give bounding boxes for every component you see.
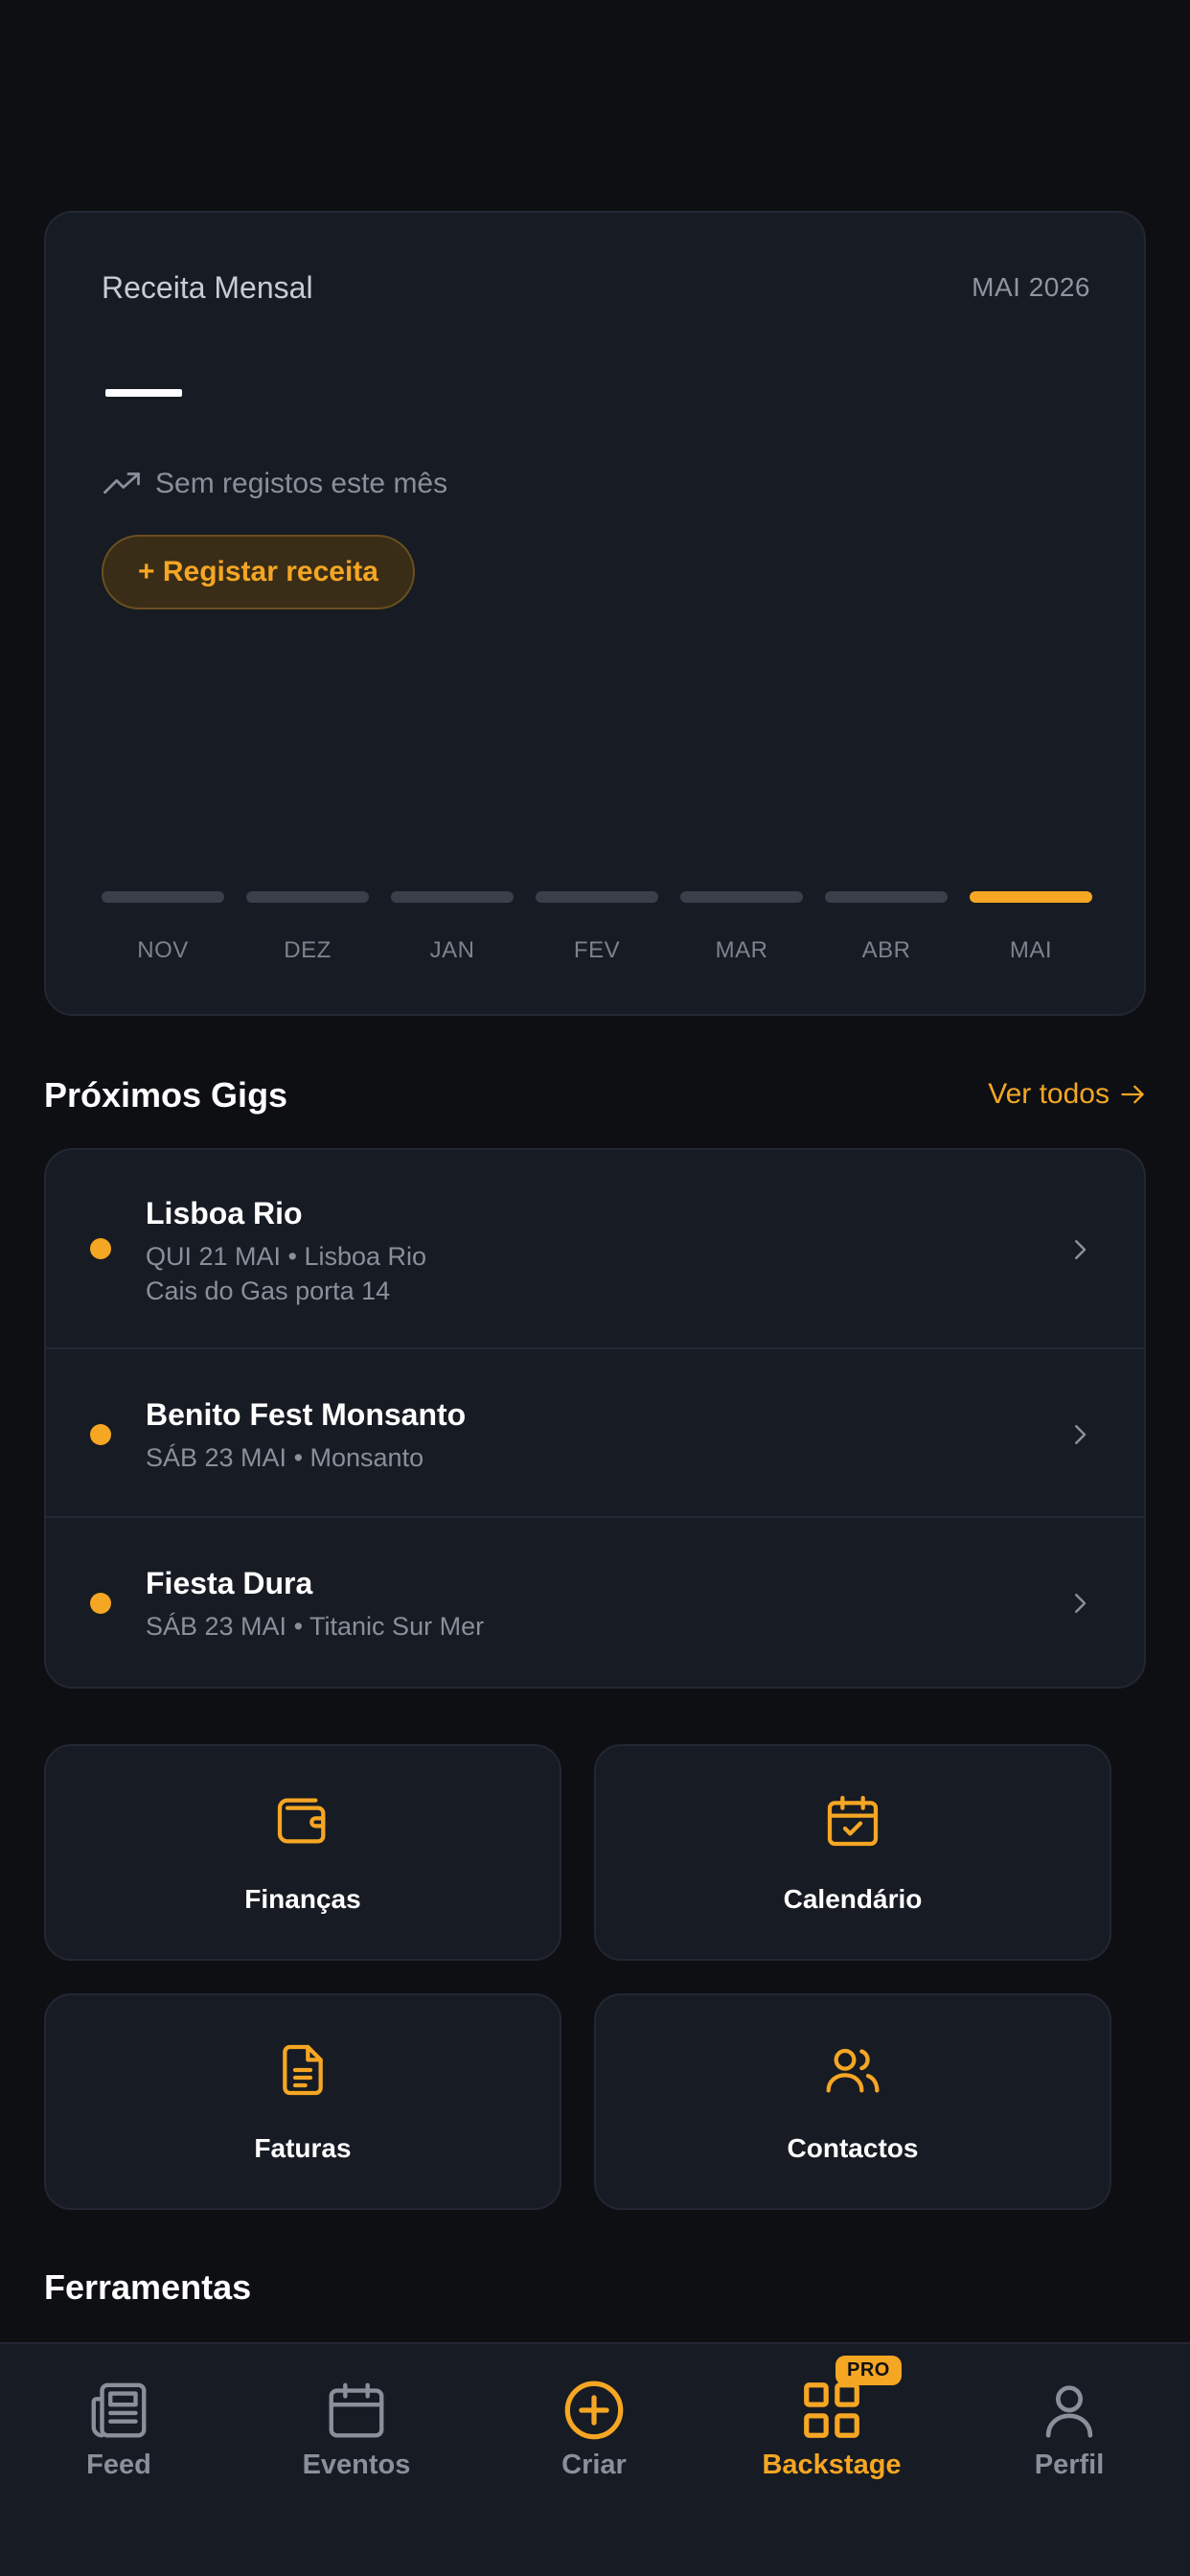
users-icon	[826, 2048, 880, 2093]
chevron-right-icon	[1075, 1425, 1087, 1444]
gig-name: Fiesta Dura	[146, 1566, 313, 1600]
month-bar-fev[interactable]: FEV	[536, 891, 658, 964]
tile-financas[interactable]: Finanças	[44, 1744, 561, 1961]
revenue-empty-dash	[105, 389, 182, 397]
tile-label: Contactos	[787, 2133, 919, 2163]
month-bar-dez[interactable]: DEZ	[246, 891, 369, 964]
gig-date-venue: SÁB 23 MAI • Titanic Sur Mer	[146, 1612, 485, 1641]
gigs-list: Lisboa Rio QUI 21 MAI • Lisboa Rio Cais …	[44, 1148, 1146, 1689]
grid-icon	[804, 2382, 859, 2438]
newspaper-icon	[91, 2382, 147, 2438]
tab-label: Feed	[86, 2450, 151, 2480]
month-bar-abr[interactable]: ABR	[825, 891, 948, 964]
gig-status-dot	[90, 1424, 111, 1445]
gig-row[interactable]: Benito Fest Monsanto SÁB 23 MAI • Monsan…	[46, 1349, 1144, 1518]
gig-name: Lisboa Rio	[146, 1196, 303, 1230]
revenue-month-bars: NOV DEZ JAN FEV MAR ABR MAI	[102, 891, 1092, 964]
month-label: DEZ	[284, 937, 332, 963]
wallet-icon	[277, 1798, 326, 1844]
see-all-label: Ver todos	[988, 1078, 1110, 1110]
month-bar-jan[interactable]: JAN	[391, 891, 514, 964]
tools-title: Ferramentas	[44, 2267, 252, 2307]
tile-contactos[interactable]: Contactos	[594, 1993, 1111, 2210]
tab-feed[interactable]: Feed	[0, 2344, 238, 2497]
gig-row[interactable]: Lisboa Rio QUI 21 MAI • Lisboa Rio Cais …	[46, 1150, 1144, 1349]
month-bar-mai[interactable]: MAI	[970, 891, 1092, 964]
tile-calendario[interactable]: Calendário	[594, 1744, 1111, 1961]
arrow-right-icon	[1121, 1085, 1144, 1104]
revenue-card: Receita Mensal MAI 2026 Sem registos est…	[44, 211, 1146, 1016]
tab-label: Backstage	[762, 2450, 902, 2480]
revenue-status-text: Sem registos este mês	[155, 468, 448, 499]
calendar-check-icon	[827, 1795, 879, 1847]
person-icon	[1045, 2385, 1093, 2438]
gig-address: Cais do Gas porta 14	[146, 1276, 391, 1305]
tab-label: Perfil	[1034, 2450, 1105, 2480]
month-label: ABR	[861, 937, 911, 963]
month-label: NOV	[137, 937, 189, 963]
month-bar-nov[interactable]: NOV	[102, 891, 224, 964]
tab-backstage[interactable]: PRO Backstage	[713, 2344, 950, 2497]
register-revenue-button[interactable]: + Registar receita	[102, 535, 415, 610]
tab-label: Criar	[561, 2450, 627, 2480]
trending-up-icon	[103, 472, 140, 494]
tile-label: Faturas	[254, 2133, 352, 2163]
see-all-link[interactable]: Ver todos	[988, 1078, 1146, 1111]
document-icon	[283, 2044, 323, 2096]
chevron-right-icon	[1075, 1240, 1087, 1259]
upcoming-gigs-title: Próximos Gigs	[44, 1075, 288, 1115]
month-bar-mar[interactable]: MAR	[680, 891, 803, 964]
gig-name: Benito Fest Monsanto	[146, 1397, 467, 1432]
revenue-period: MAI 2026	[972, 272, 1090, 302]
tab-criar[interactable]: Criar	[475, 2344, 713, 2497]
pro-badge: PRO	[835, 2356, 902, 2385]
gig-date-venue: QUI 21 MAI • Lisboa Rio	[146, 1242, 427, 1271]
tile-label: Finanças	[244, 1884, 361, 1914]
calendar-icon	[329, 2382, 384, 2438]
tab-label: Eventos	[302, 2450, 411, 2480]
gig-status-dot	[90, 1593, 111, 1614]
gig-row[interactable]: Fiesta Dura SÁB 23 MAI • Titanic Sur Mer	[46, 1518, 1144, 1687]
month-label: MAI	[1009, 937, 1053, 963]
tile-faturas[interactable]: Faturas	[44, 1993, 561, 2210]
chevron-right-icon	[1075, 1594, 1087, 1613]
gig-status-dot	[90, 1238, 111, 1259]
month-label: FEV	[573, 937, 621, 963]
tab-eventos[interactable]: Eventos	[238, 2344, 475, 2497]
month-label: MAR	[715, 937, 768, 963]
bottom-tab-bar: Feed Eventos Criar PRO Backstage Perfil	[0, 2342, 1190, 2576]
plus-circle-icon	[564, 2380, 624, 2440]
revenue-status: Sem registos este mês	[102, 464, 447, 504]
tab-perfil[interactable]: Perfil	[950, 2344, 1188, 2497]
revenue-title: Receita Mensal	[102, 270, 313, 305]
tile-label: Calendário	[783, 1884, 923, 1914]
month-label: JAN	[429, 937, 475, 963]
gig-date-venue: SÁB 23 MAI • Monsanto	[146, 1443, 424, 1472]
